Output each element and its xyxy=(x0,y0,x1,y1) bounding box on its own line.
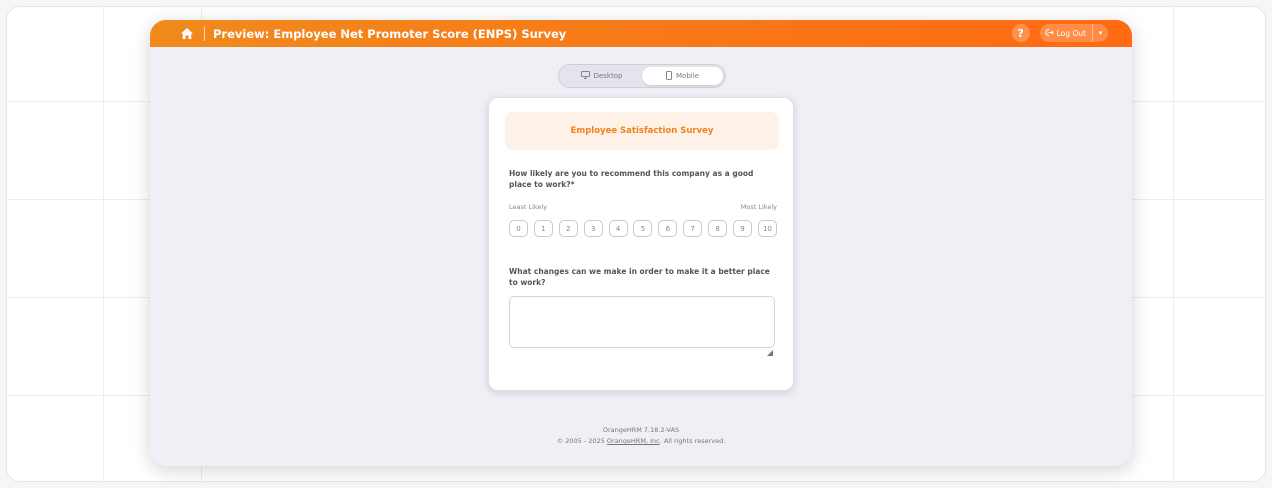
survey-title: Employee Satisfaction Survey xyxy=(505,112,779,150)
mobile-view-option[interactable]: Mobile xyxy=(642,67,723,85)
survey-card: Employee Satisfaction Survey How likely … xyxy=(488,97,794,391)
score-option-9[interactable]: 9 xyxy=(733,220,753,237)
copyright-text: © 2005 - 2025 OrangeHRM, Inc. All rights… xyxy=(150,436,1132,447)
logout-button[interactable]: Log Out xyxy=(1040,24,1092,42)
desktop-view-label: Desktop xyxy=(593,72,623,80)
score-option-8[interactable]: 8 xyxy=(708,220,728,237)
home-icon[interactable] xyxy=(176,23,198,45)
logout-group: Log Out ▾ xyxy=(1039,24,1108,42)
feedback-textarea[interactable] xyxy=(509,296,775,348)
grid-line xyxy=(1173,7,1174,481)
monitor-icon xyxy=(580,71,590,81)
logout-icon xyxy=(1045,28,1054,39)
mobile-view-label: Mobile xyxy=(676,72,699,80)
score-option-2[interactable]: 2 xyxy=(558,220,578,237)
question-2-label: What changes can we make in order to mak… xyxy=(509,267,770,287)
phone-icon xyxy=(666,70,673,82)
copyright-prefix: © 2005 - 2025 xyxy=(556,437,607,445)
logout-label: Log Out xyxy=(1056,28,1086,38)
most-likely-label: Most Likely xyxy=(740,203,777,211)
preview-window: Preview: Employee Net Promoter Score (EN… xyxy=(150,20,1132,466)
scale-labels: Least Likely Most Likely xyxy=(509,203,777,211)
page-title: Preview: Employee Net Promoter Score (EN… xyxy=(213,26,567,41)
score-option-3[interactable]: 3 xyxy=(583,220,603,237)
chevron-down-icon[interactable]: ▾ xyxy=(1092,24,1108,42)
desktop-view-option[interactable]: Desktop xyxy=(561,67,642,85)
score-option-10[interactable]: 10 xyxy=(757,220,777,237)
resize-handle-icon[interactable] xyxy=(767,341,773,356)
view-toggle: Desktop Mobile xyxy=(558,64,726,88)
score-option-1[interactable]: 1 xyxy=(533,220,553,237)
footer: OrangeHRM 7.18.2-VAS © 2005 - 2025 Orang… xyxy=(150,425,1132,447)
grid-line xyxy=(103,7,104,481)
nps-scale: 0 1 2 3 4 5 6 7 8 9 10 xyxy=(509,220,777,237)
header-divider xyxy=(204,26,205,41)
score-option-0[interactable]: 0 xyxy=(509,220,528,237)
help-button[interactable]: ? xyxy=(1011,24,1030,42)
question-1-label: How likely are you to recommend this com… xyxy=(509,169,754,189)
least-likely-label: Least Likely xyxy=(509,203,548,211)
copyright-suffix: . All rights reserved. xyxy=(659,437,726,445)
score-option-4[interactable]: 4 xyxy=(608,220,628,237)
score-option-6[interactable]: 6 xyxy=(658,220,678,237)
company-link[interactable]: OrangeHRM, Inc xyxy=(607,437,660,445)
header-actions: ? Log Out ▾ xyxy=(1011,24,1108,42)
score-option-5[interactable]: 5 xyxy=(633,220,653,237)
version-text: OrangeHRM 7.18.2-VAS xyxy=(602,426,680,434)
score-option-7[interactable]: 7 xyxy=(683,220,703,237)
top-bar: Preview: Employee Net Promoter Score (EN… xyxy=(150,20,1132,47)
